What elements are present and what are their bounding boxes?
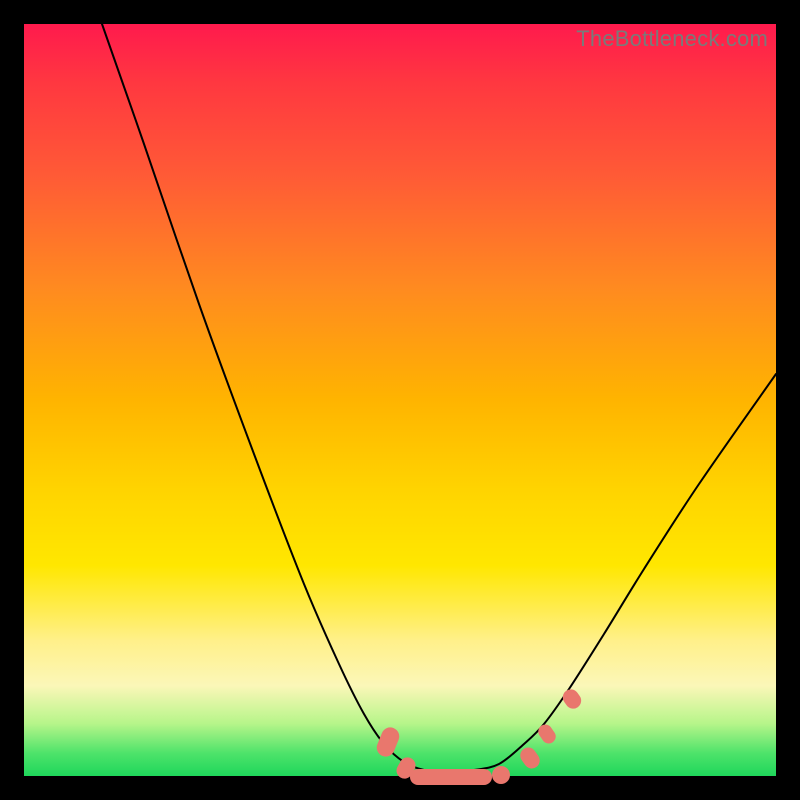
bottleneck-curve <box>102 24 776 772</box>
curve-marker <box>374 725 402 760</box>
plot-area: TheBottleneck.com <box>24 24 776 776</box>
curve-layer <box>24 24 776 776</box>
marker-layer <box>374 686 584 785</box>
curve-marker <box>560 686 585 712</box>
chart-frame: TheBottleneck.com <box>0 0 800 800</box>
curve-marker <box>410 769 492 785</box>
curve-marker <box>536 722 559 746</box>
curve-marker <box>517 744 543 771</box>
curve-marker <box>492 766 510 784</box>
